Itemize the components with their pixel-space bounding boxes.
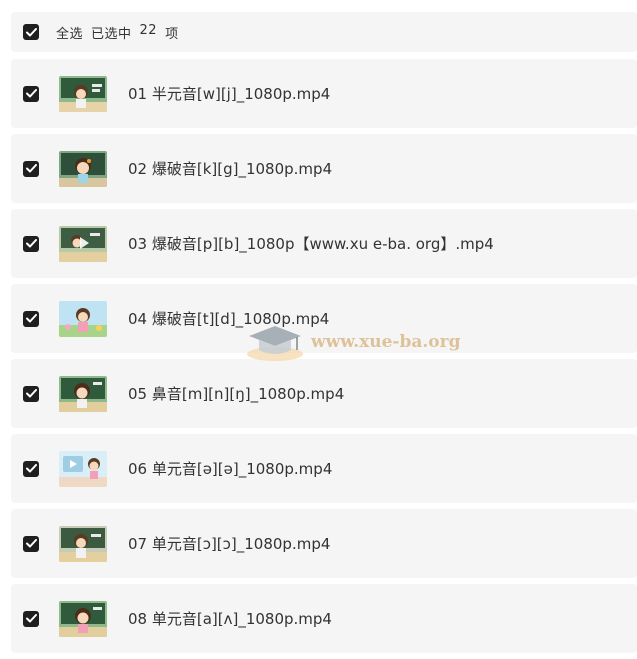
- check-icon: [25, 164, 37, 173]
- file-checkbox[interactable]: [23, 310, 39, 327]
- check-icon: [25, 389, 37, 398]
- check-icon: [25, 464, 37, 473]
- file-name: 06 单元音[ə][ə]_1080p.mp4: [128, 460, 333, 478]
- selected-prefix: 已选中: [91, 26, 132, 42]
- video-thumbnail: [59, 75, 107, 112]
- video-thumbnail: [59, 150, 107, 187]
- file-row[interactable]: 05 鼻音[m][n][ŋ]_1080p.mp4: [11, 359, 637, 428]
- file-checkbox[interactable]: [23, 460, 39, 477]
- file-checkbox[interactable]: [23, 535, 39, 552]
- video-thumbnail: [59, 225, 107, 262]
- file-name: 04 爆破音[t][d]_1080p.mp4: [128, 310, 330, 328]
- check-icon: [25, 314, 37, 323]
- check-icon: [25, 539, 37, 548]
- file-row[interactable]: 04 爆破音[t][d]_1080p.mp4: [11, 284, 637, 353]
- file-checkbox[interactable]: [23, 85, 39, 102]
- file-row[interactable]: 06 单元音[ə][ə]_1080p.mp4: [11, 434, 637, 503]
- file-checkbox[interactable]: [23, 610, 39, 627]
- select-all-bar: 全选 已选中 22 项: [11, 12, 637, 52]
- video-thumbnail: [59, 600, 107, 637]
- check-icon: [25, 614, 37, 623]
- file-checkbox[interactable]: [23, 385, 39, 402]
- file-row[interactable]: 01 半元音[w][j]_1080p.mp4: [11, 59, 637, 128]
- file-name: 05 鼻音[m][n][ŋ]_1080p.mp4: [128, 385, 345, 403]
- check-icon: [25, 239, 37, 248]
- file-row[interactable]: 03 爆破音[p][b]_1080p【www.xu e-ba. org】.mp4: [11, 209, 637, 278]
- file-row[interactable]: 02 爆破音[k][g]_1080p.mp4: [11, 134, 637, 203]
- video-thumbnail: [59, 300, 107, 337]
- file-list: 01 半元音[w][j]_1080p.mp4 02 爆破音[k][g]_1080…: [11, 59, 637, 659]
- check-icon: [25, 89, 37, 98]
- file-checkbox[interactable]: [23, 235, 39, 252]
- file-name: 01 半元音[w][j]_1080p.mp4: [128, 85, 331, 103]
- selection-summary: 全选 已选中 22 项: [56, 23, 179, 42]
- file-checkbox[interactable]: [23, 160, 39, 177]
- select-all-checkbox[interactable]: [23, 24, 39, 40]
- video-thumbnail: [59, 525, 107, 562]
- file-selection-page: 全选 已选中 22 项 01 半元音[w][j]_1080p.mp4 02 爆破…: [0, 0, 637, 659]
- video-thumbnail: [59, 375, 107, 412]
- file-row[interactable]: 08 单元音[a][ʌ]_1080p.mp4: [11, 584, 637, 653]
- video-thumbnail: [59, 450, 107, 487]
- check-icon: [25, 27, 37, 36]
- file-row[interactable]: 07 单元音[ɔ][ɔ]_1080p.mp4: [11, 509, 637, 578]
- file-name: 07 单元音[ɔ][ɔ]_1080p.mp4: [128, 535, 331, 553]
- selected-count: 22: [139, 22, 158, 38]
- file-name: 03 爆破音[p][b]_1080p【www.xu e-ba. org】.mp4: [128, 235, 494, 253]
- file-name: 02 爆破音[k][g]_1080p.mp4: [128, 160, 333, 178]
- selected-suffix: 项: [165, 26, 179, 42]
- file-name: 08 单元音[a][ʌ]_1080p.mp4: [128, 610, 332, 628]
- select-all-label[interactable]: 全选: [56, 23, 83, 42]
